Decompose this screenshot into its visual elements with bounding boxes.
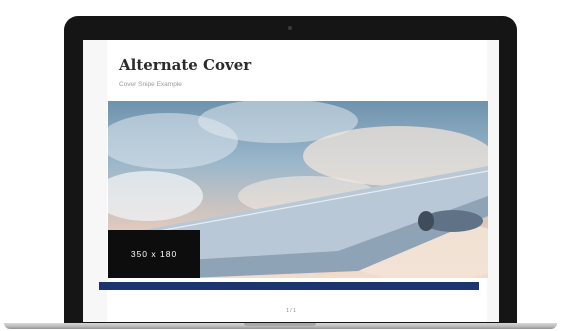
cloud-4	[108, 171, 203, 221]
page-indicator: 1 / 1	[286, 308, 296, 314]
webcam-icon	[288, 26, 292, 30]
image-size-placeholder: 350 x 180	[108, 230, 200, 278]
laptop-base	[4, 323, 557, 329]
cover-title: Alternate Cover	[119, 56, 252, 74]
laptop-base-notch	[244, 323, 316, 326]
placeholder-label: 350 x 180	[130, 249, 178, 259]
laptop-screen: Alternate Cover Cover Snipe Example 350 …	[83, 40, 499, 322]
cover-page: Alternate Cover Cover Snipe Example 350 …	[107, 40, 488, 322]
cover-subtitle: Cover Snipe Example	[119, 81, 182, 88]
hero-image-airplane-wing: 350 x 180	[108, 101, 488, 278]
accent-bar	[99, 282, 479, 290]
engine-intake	[418, 211, 434, 231]
laptop-frame: Alternate Cover Cover Snipe Example 350 …	[64, 16, 517, 325]
